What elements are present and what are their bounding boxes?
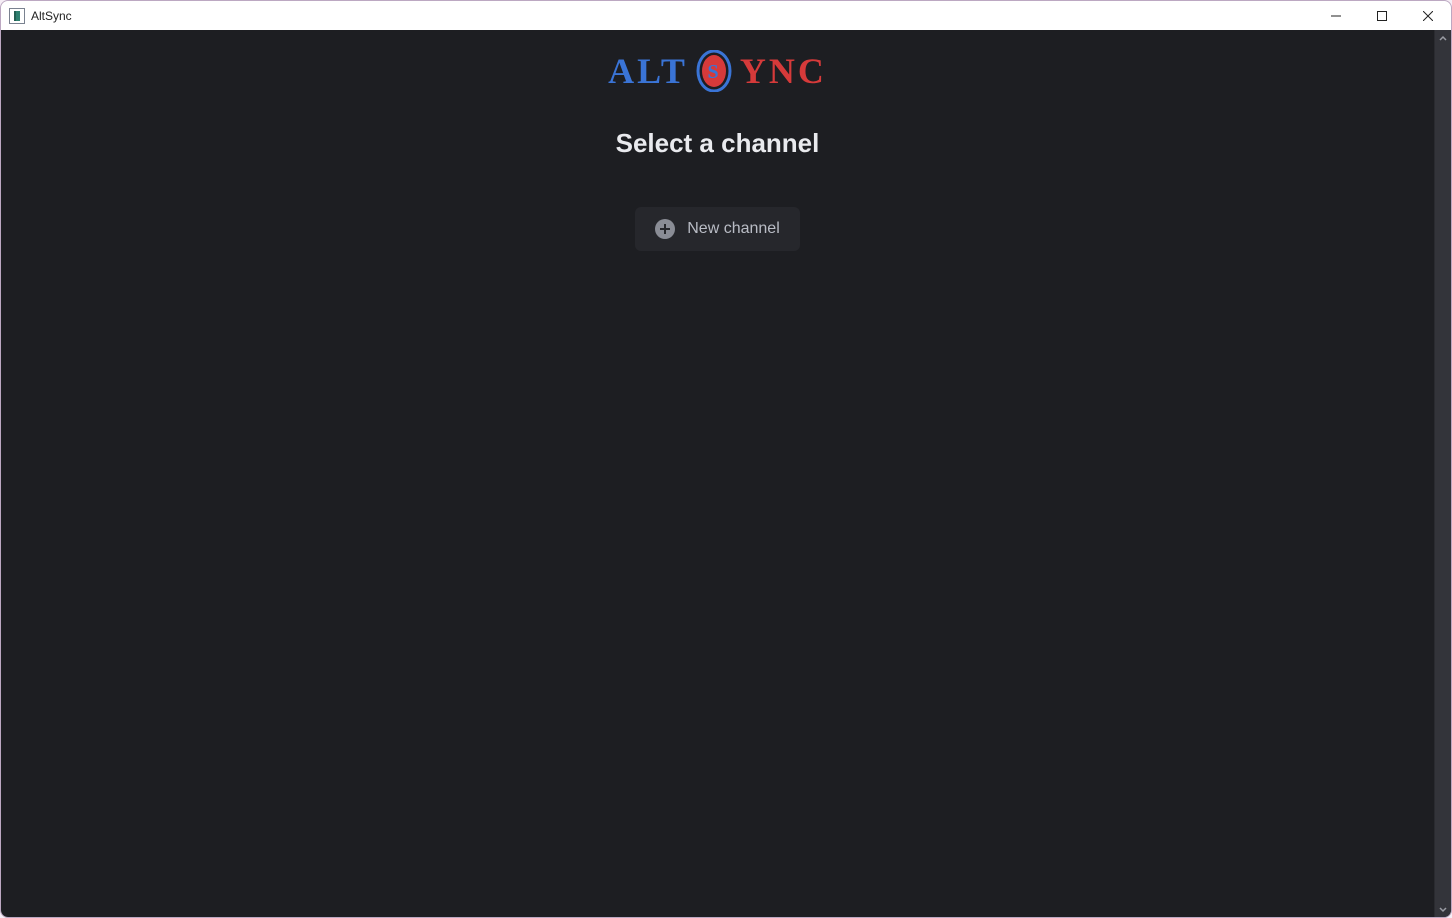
titlebar[interactable]: AltSync <box>1 1 1451 30</box>
app-window: AltSync ALT S <box>0 0 1452 918</box>
new-channel-button[interactable]: New channel <box>635 207 800 251</box>
app-logo: ALT S YNC <box>608 50 827 92</box>
logo-text-left: ALT <box>608 50 688 92</box>
scroll-down-arrow-icon[interactable] <box>1435 900 1451 917</box>
minimize-button[interactable] <box>1313 1 1359 30</box>
window-title: AltSync <box>31 9 72 23</box>
vertical-scrollbar[interactable] <box>1434 30 1451 917</box>
svg-text:S: S <box>707 61 720 83</box>
app-icon <box>9 8 25 24</box>
window-controls <box>1313 1 1451 30</box>
new-channel-label: New channel <box>687 220 780 238</box>
close-button[interactable] <box>1405 1 1451 30</box>
maximize-icon <box>1377 11 1387 21</box>
maximize-button[interactable] <box>1359 1 1405 30</box>
logo-s-badge-icon: S <box>694 50 734 92</box>
plus-circle-icon <box>655 219 675 239</box>
logo-text-right: YNC <box>740 50 827 92</box>
scroll-up-arrow-icon[interactable] <box>1435 30 1451 47</box>
minimize-icon <box>1331 11 1341 21</box>
page-heading: Select a channel <box>616 128 820 159</box>
content-area: ALT S YNC Select a channel New channel <box>1 30 1451 917</box>
main-content: ALT S YNC Select a channel New channel <box>1 30 1434 917</box>
close-icon <box>1423 11 1433 21</box>
